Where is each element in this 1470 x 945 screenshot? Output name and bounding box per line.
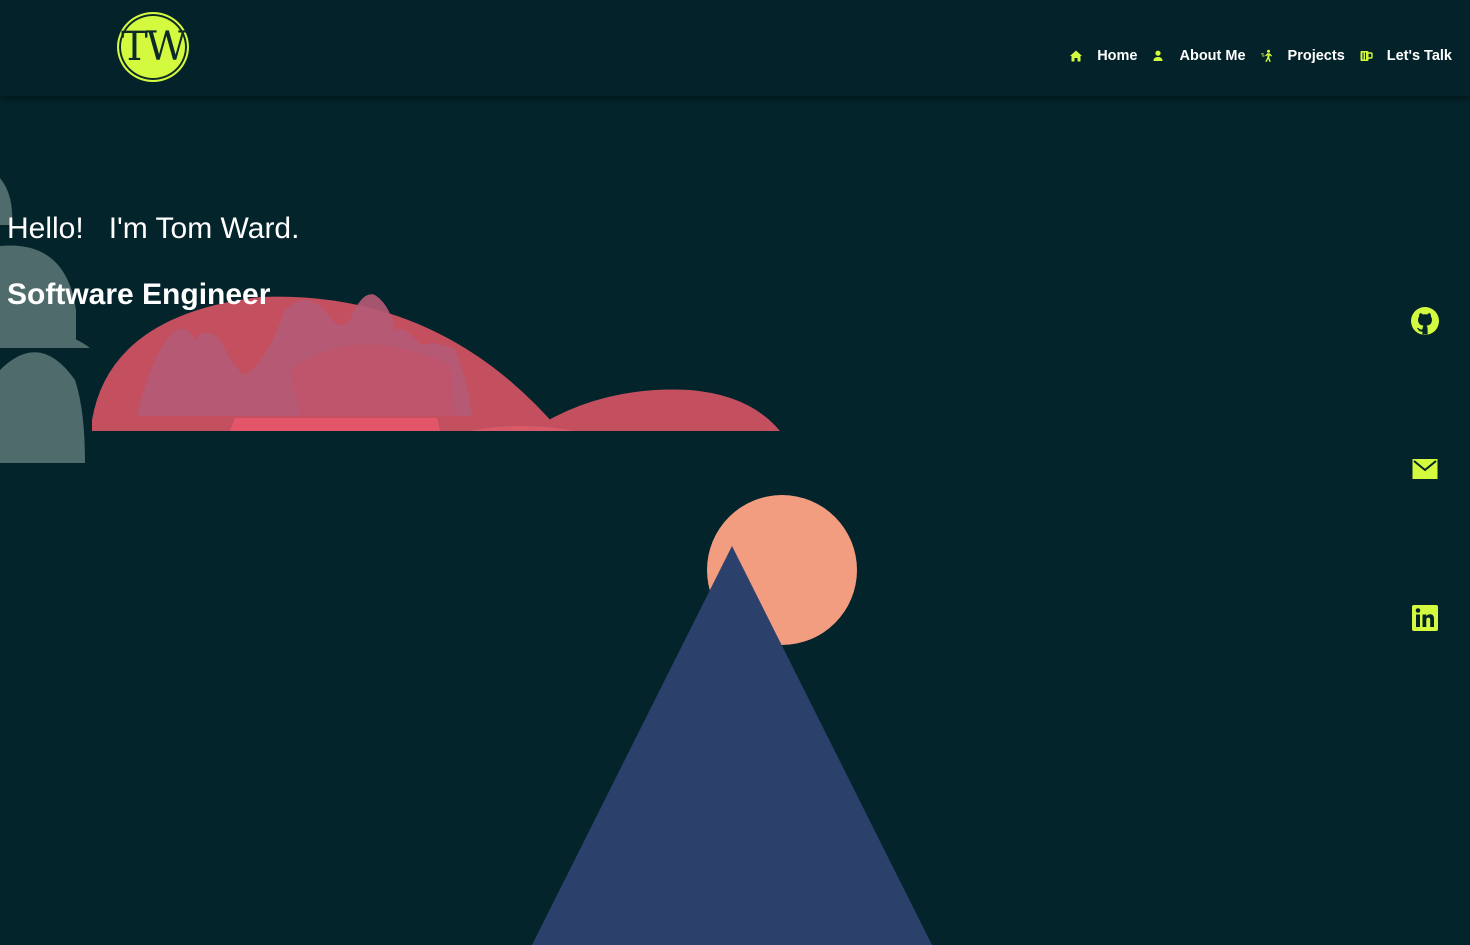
logo[interactable]: TW xyxy=(117,12,189,82)
site-header: TW Home About Me Projects Let's Talk xyxy=(0,0,1470,96)
mug-icon xyxy=(1359,49,1373,63)
nav-label-home: Home xyxy=(1097,48,1138,64)
grey-hill-low xyxy=(0,352,85,463)
nav-label-projects: Projects xyxy=(1287,48,1345,64)
main-nav: Home About Me Projects Let's Talk xyxy=(1055,48,1452,64)
email-link[interactable] xyxy=(1410,454,1440,484)
page: TW Home About Me Projects Let's Talk Hel… xyxy=(0,0,1470,945)
nav-label-contact: Let's Talk xyxy=(1386,48,1452,64)
linkedin-icon xyxy=(1410,603,1440,633)
home-icon xyxy=(1069,49,1083,63)
nav-item-contact[interactable]: Let's Talk xyxy=(1359,48,1452,64)
nav-item-projects[interactable]: Projects xyxy=(1260,48,1345,64)
hero-illustration xyxy=(0,178,932,945)
hero-title: Hello! I'm Tom Ward. xyxy=(7,212,300,245)
coral-strip xyxy=(230,418,440,431)
person-running-icon xyxy=(1260,49,1274,63)
red-hill-right xyxy=(530,389,780,431)
github-link[interactable] xyxy=(1410,306,1440,336)
mountain xyxy=(532,546,932,945)
user-icon xyxy=(1151,49,1165,63)
logo-text: TW xyxy=(121,24,187,70)
github-icon xyxy=(1410,306,1440,336)
mail-icon xyxy=(1410,454,1440,484)
nav-item-home[interactable]: Home xyxy=(1069,48,1137,64)
nav-item-about[interactable]: About Me xyxy=(1151,48,1246,64)
hero-subtitle: Software Engineer xyxy=(7,278,271,311)
linkedin-link[interactable] xyxy=(1410,603,1440,633)
nav-label-about: About Me xyxy=(1179,48,1246,64)
